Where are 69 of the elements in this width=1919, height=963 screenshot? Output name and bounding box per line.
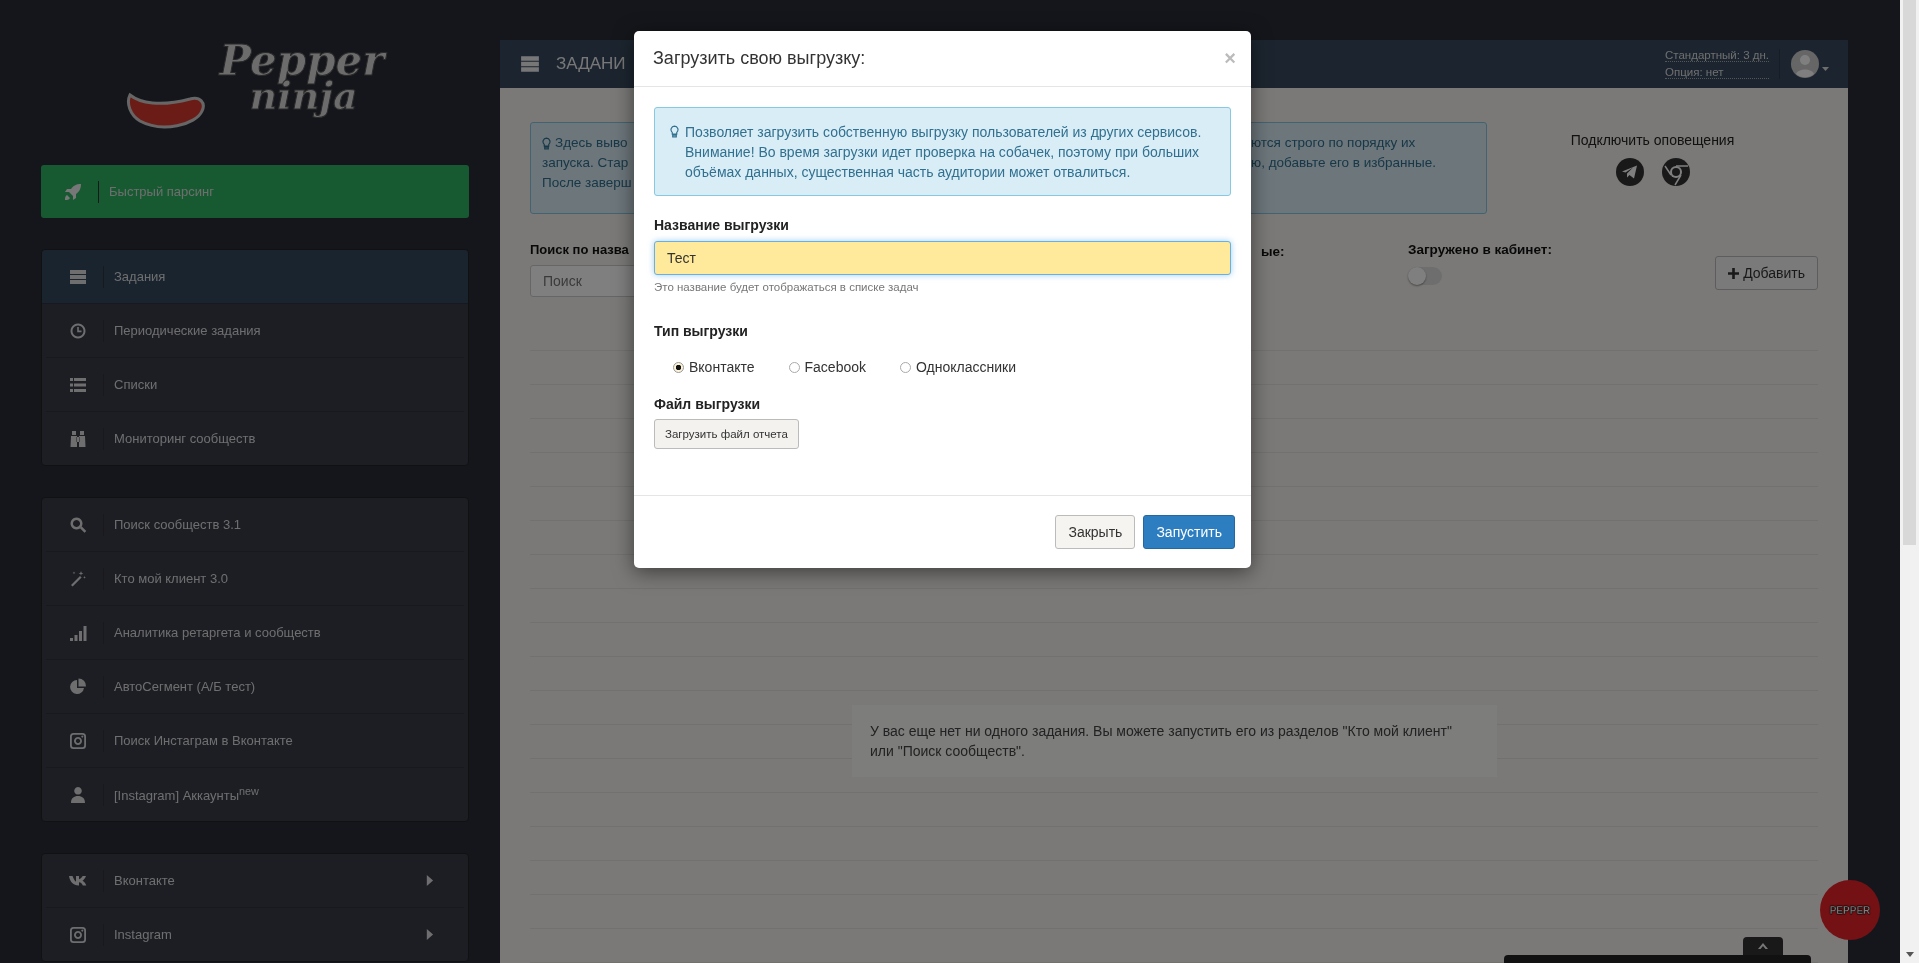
radio-button[interactable] — [900, 361, 911, 373]
chrome-icon[interactable] — [1661, 158, 1690, 186]
chat-widget-button[interactable]: PEPPER — [1820, 880, 1880, 940]
rocket-icon — [64, 182, 82, 201]
caret-right-icon — [425, 874, 434, 887]
field-label: Тип выгрузки — [654, 323, 749, 339]
start-button[interactable]: Запустить — [1143, 515, 1235, 549]
search-label: Поиск по назва — [530, 242, 630, 257]
field-label: Файл выгрузки — [654, 396, 762, 412]
scroll-up-button[interactable] — [1743, 937, 1783, 955]
instagram-icon — [69, 731, 87, 750]
alert-text: Позволяет загрузить собственную выгрузку пользователей из других сервисов. Внимание! Во время загрузки идет проверка на собачек, поэтому при больших объёмах данных, существенная часть аудитории может отвалиться. — [685, 123, 1203, 182]
cabinet-toggle[interactable] — [1408, 267, 1442, 285]
page-title: ЗАДАНИ — [556, 54, 626, 74]
binoculars-icon — [69, 429, 87, 448]
filter-label: ые: — [1261, 244, 1285, 259]
search-icon — [69, 515, 87, 534]
close-button[interactable]: × — [1224, 47, 1236, 70]
sidebar-item[interactable]: Аналитика ретаргета и сообществ — [46, 606, 464, 660]
dialog-title: Загрузить свою выгрузку: — [653, 48, 866, 69]
alert-text: ю, добавьте его в избранные. — [1251, 154, 1436, 172]
plan-link[interactable]: Стандартный: 3 дн. — [1665, 49, 1769, 62]
alert-text: запуска. Стар — [542, 154, 629, 172]
alert-text: После заверш — [542, 174, 632, 192]
user-icon — [69, 785, 87, 804]
list-icon — [69, 375, 87, 394]
sidebar-item[interactable]: Instagram — [46, 908, 464, 961]
option-link[interactable]: Опция: нет — [1665, 66, 1769, 79]
scrollbar-thumb[interactable] — [1903, 0, 1916, 545]
radio-option[interactable]: Одноклассники — [900, 359, 1016, 375]
alert-text: ются строго по порядку их — [1251, 134, 1416, 152]
signal-bars-icon — [69, 623, 87, 642]
sidebar-item[interactable]: Поиск Инстаграм в Вконтакте — [46, 714, 464, 768]
field-label: Название выгрузки — [654, 217, 790, 233]
sidebar-item[interactable]: Вконтакте — [46, 854, 464, 908]
add-button[interactable]: Добавить — [1715, 256, 1818, 290]
sidebar-item[interactable]: Кто мой клиент 3.0 — [46, 552, 464, 606]
plus-icon — [1728, 267, 1740, 279]
clock-icon — [69, 321, 87, 340]
close-dialog-button[interactable]: Закрыть — [1055, 515, 1136, 549]
name-field[interactable]: Тест — [654, 241, 1231, 275]
sidebar-item[interactable]: Поиск сообществ 3.1 — [46, 498, 464, 552]
radio-button[interactable] — [673, 361, 684, 373]
sidebar-item[interactable]: АвтоСегмент (А/Б тест) — [46, 660, 464, 714]
sidebar-item[interactable]: Списки — [46, 358, 464, 412]
sidebar-item[interactable]: Мониторинг сообществ — [46, 412, 464, 465]
sidebar-item[interactable]: [Instagram] Аккаунты$^{new}$ — [46, 768, 464, 821]
sidebar-item[interactable]: Периодические задания — [46, 304, 464, 358]
stack-icon — [520, 54, 540, 74]
radio-option[interactable]: Вконтакте — [673, 359, 755, 375]
stack-icon — [69, 267, 87, 286]
paper-plane-icon[interactable] — [1615, 158, 1644, 186]
notifications-label: Подключить оповещения — [1570, 132, 1735, 148]
upload-file-button[interactable]: Загрузить файл отчета — [654, 419, 799, 449]
cabinet-label: Загружено в кабинет: — [1408, 242, 1553, 257]
lightbulb-icon — [542, 136, 551, 150]
alert-text: Здесь выво — [555, 134, 628, 152]
pie-chart-icon — [69, 677, 87, 696]
avatar-button[interactable] — [1790, 49, 1830, 79]
instagram-icon — [69, 925, 87, 944]
caret-up-icon — [1758, 943, 1768, 949]
empty-message: У вас еще нет ни одного задания. Вы можете запустить его из разделов "Кто мой клиент" или "Поиск сообществ". — [852, 705, 1497, 777]
sidebar-item[interactable]: Задания — [42, 250, 468, 304]
scroll-down-arrow-icon[interactable] — [1906, 952, 1914, 957]
magic-wand-icon — [69, 569, 87, 588]
radio-option[interactable]: Facebook — [788, 359, 866, 375]
radio-button[interactable] — [788, 361, 800, 373]
caret-right-icon — [425, 928, 434, 941]
lightbulb-icon — [670, 125, 679, 138]
